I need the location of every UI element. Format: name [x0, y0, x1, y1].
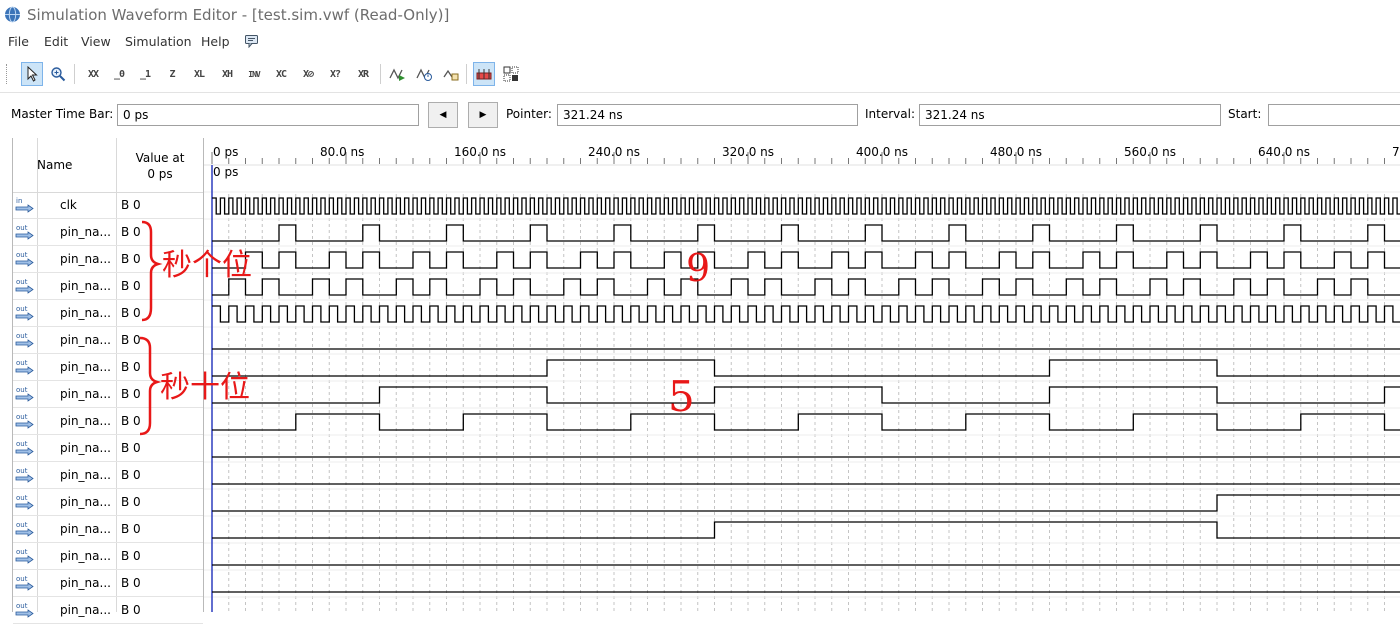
tens-digit-label: 秒十位: [160, 370, 250, 405]
digit-nine-annotation: 9: [686, 246, 711, 290]
annotation-overlay: [139, 220, 163, 436]
ones-brace: [141, 220, 163, 322]
digit-five-annotation: 5: [668, 372, 695, 421]
tens-brace: [139, 336, 162, 436]
ones-digit-label: 秒个位: [162, 248, 252, 283]
